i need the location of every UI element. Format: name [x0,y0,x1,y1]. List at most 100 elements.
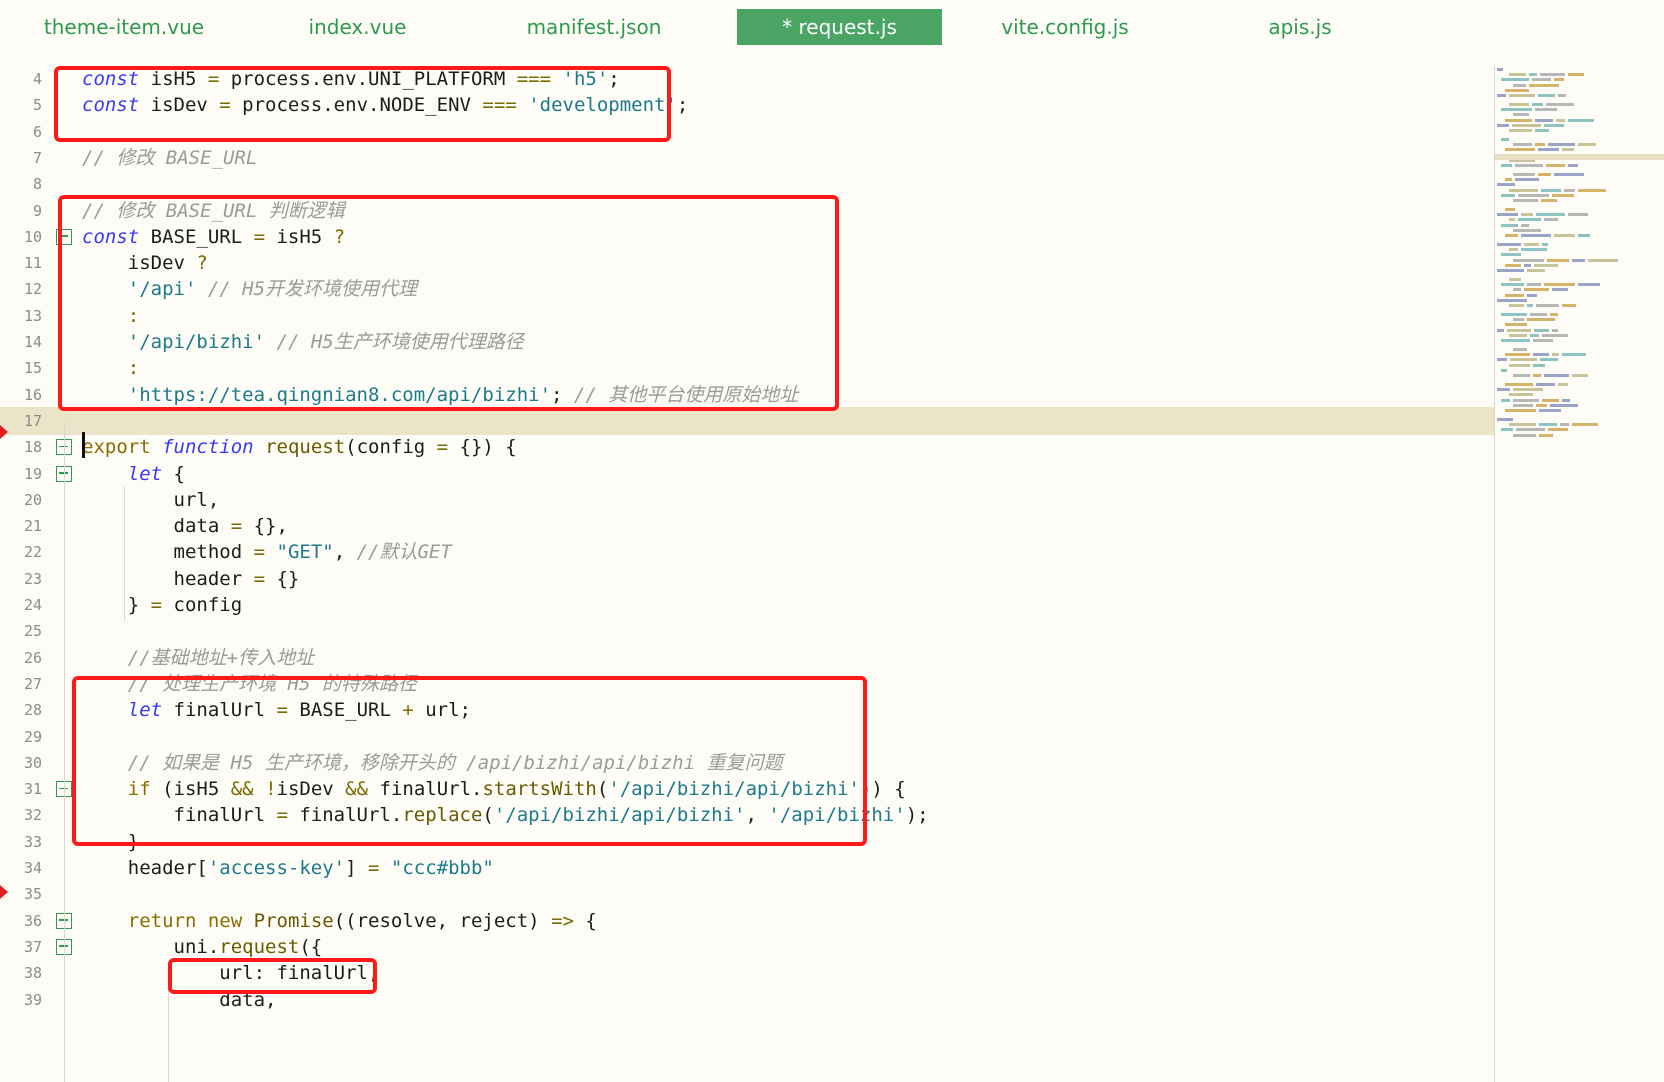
minimap-stripe [1535,118,1553,122]
code-line[interactable]: 35 [0,880,1496,908]
minimap-stripe [1513,318,1524,322]
minimap-stripe [1536,403,1547,407]
line-number: 37 [23,937,42,956]
minimap-stripe [1578,188,1606,192]
line-number: 29 [23,727,42,746]
code-line[interactable]: 18 export function request(config = {}) { [0,433,1496,461]
minimap-stripe [1509,423,1536,427]
minimap-viewport[interactable] [1495,154,1664,160]
code-line[interactable]: 34 header['access-key'] = "ccc#bbb" [0,854,1496,882]
minimap-stripe [1527,269,1545,272]
minimap-stripe [1524,288,1549,292]
tab-index-vue[interactable]: index.vue [280,9,435,45]
code-token: return [127,909,197,932]
code-token: url, [82,488,220,511]
minimap-stripe [1497,94,1506,97]
line-number: 32 [23,806,42,825]
code-line[interactable]: 24 } = config [0,591,1496,619]
minimap-stripe [1513,398,1539,402]
minimap-stripe [1505,118,1532,122]
line-number: 12 [23,280,42,299]
code-line[interactable]: 23 header = {} [0,565,1496,593]
minimap-stripe [1544,123,1564,127]
code-token: new [207,909,243,932]
minimap-stripe [1535,108,1557,112]
minimap-stripe [1541,199,1557,202]
minimap-stripe [1505,148,1535,152]
minimap-stripe [1568,213,1588,217]
code-line[interactable]: 36 return new Promise((resolve, reject) … [0,907,1496,935]
code-token: = [230,515,243,538]
tab-vite-config-js[interactable]: vite.config.js [980,9,1150,45]
code-minimap[interactable] [1494,66,1664,1082]
minimap-stripe [1501,428,1513,432]
code-line[interactable]: 21 data = {}, [0,512,1496,540]
minimap-stripe [1562,304,1576,307]
minimap-stripe [1530,313,1547,316]
minimap-stripe [1515,178,1539,182]
code-token: = [150,594,163,616]
minimap-stripe [1501,78,1529,82]
code-token: //默认GET [356,541,452,564]
code-editor[interactable]: 39 data, 38 url: finalUrl, 37 uni.request(… [0,66,1496,1082]
minimap-stripe [1513,388,1543,392]
minimap-stripe [1513,143,1532,147]
minimap-stripe [1501,164,1512,167]
minimap-stripe [1509,218,1515,222]
minimap-stripe [1505,178,1512,182]
minimap-stripe [1546,103,1574,106]
minimap-stripe [1507,328,1531,332]
breakpoint-marker[interactable] [0,425,8,439]
tab-request-js[interactable]: * request.js [737,9,942,45]
breakpoint-marker[interactable] [0,885,8,899]
code-line[interactable]: 22 method = "GET", //默认GET [0,538,1496,566]
code-line[interactable]: 20 url, [0,486,1496,514]
code-token: ] [345,857,369,879]
minimap-stripe [1516,428,1545,432]
code-line[interactable]: 37 uni.request({ [0,933,1496,961]
code-token: ; [676,94,689,117]
minimap-stripe [1578,283,1600,287]
minimap-stripe [1546,164,1565,167]
minimap-stripe [1513,228,1541,232]
minimap-stripe [1497,213,1518,217]
code-token: config [162,594,243,616]
code-line[interactable]: 7 // 修改 BASE_URL [0,144,1496,172]
line-number: 31 [23,780,42,799]
minimap-stripe [1509,363,1530,367]
code-line[interactable]: 25 [0,617,1496,645]
minimap-stripe [1518,218,1541,222]
minimap-stripe [1524,243,1539,246]
minimap-stripe [1513,83,1526,87]
code-token: {}, [242,515,288,538]
tab-theme-item-vue[interactable]: theme-item.vue [14,9,234,45]
indent-guide [124,486,125,621]
code-token: = [253,541,266,564]
tab-manifest-json[interactable]: manifest.json [500,9,688,45]
highlight-box-base-url [58,195,839,411]
code-token: { [162,462,185,485]
minimap-stripe [1515,164,1543,167]
code-token: 'access-key' [207,857,346,879]
code-line[interactable]: 26 //基础地址+传入地址 [0,644,1496,672]
code-token: = [368,857,380,879]
minimap-stripe [1540,73,1565,77]
minimap-stripe [1572,374,1588,377]
minimap-stripe [1497,328,1504,332]
minimap-stripe [1540,358,1558,362]
line-number: 10 [23,227,42,246]
minimap-stripe [1550,403,1578,407]
tab-apis-js[interactable]: apis.js [1240,9,1360,45]
code-line[interactable]: 8 [0,170,1496,198]
code-line[interactable]: 19 let { [0,460,1496,488]
code-line[interactable]: 17 [0,406,1496,435]
line-number: 16 [23,385,42,404]
minimap-stripe [1521,248,1547,252]
minimap-stripe [1524,263,1531,267]
minimap-stripe [1542,243,1548,246]
line-number: 27 [23,674,42,693]
minimap-stripe [1533,353,1549,357]
line-number: 4 [32,70,42,88]
